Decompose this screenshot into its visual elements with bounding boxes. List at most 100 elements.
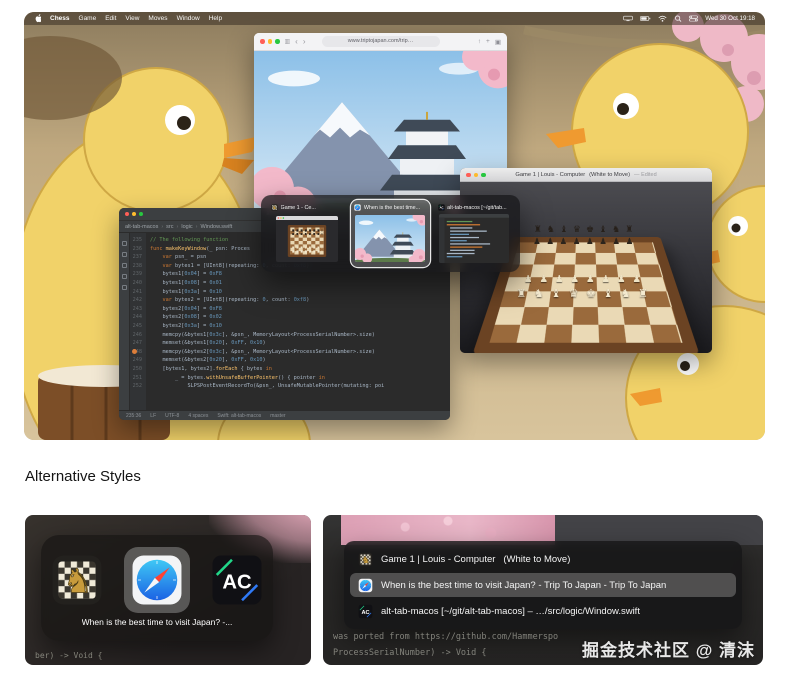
- breadcrumb-item[interactable]: src: [166, 224, 173, 230]
- vcs-tool-icon[interactable]: [121, 274, 127, 279]
- window-controls: [260, 39, 280, 44]
- app-icons-switcher: When is the best time to visit Japan? -.…: [41, 535, 273, 641]
- background-code-text: was ported from https://github.com/Hamme…: [333, 632, 559, 642]
- safari-app-icon: [354, 204, 361, 211]
- status-item: master: [270, 412, 286, 419]
- breadcrumb-separator: ›: [176, 223, 179, 230]
- code-line: 240 bytes1[0x08] = 0x01: [130, 279, 450, 288]
- line-number: 242: [132, 297, 142, 304]
- app-icon-chess[interactable]: [44, 547, 110, 613]
- breadcrumb-item[interactable]: alt-tab-macos: [125, 224, 158, 230]
- line-number: 238: [132, 262, 142, 269]
- back-button[interactable]: ‹: [295, 37, 298, 46]
- wifi-icon[interactable]: [658, 15, 667, 22]
- menubar-menu-help[interactable]: Help: [209, 15, 222, 22]
- window-thumbnail[interactable]: [354, 212, 426, 265]
- app-icon-appcode[interactable]: [204, 547, 270, 613]
- menu-bar: Chess Game Edit View Moves Window Help Wed 30…: [24, 12, 765, 25]
- minimize-button[interactable]: [267, 39, 272, 44]
- close-button[interactable]: [125, 212, 129, 216]
- switcher-item-chess[interactable]: Game 1 - Ce...: [268, 200, 346, 267]
- switcher-item-appcode[interactable]: alt-tab-macos [~/git/tab...: [435, 200, 513, 267]
- line-number: 240: [132, 279, 142, 286]
- line-number: 244: [132, 314, 142, 321]
- menubar-clock[interactable]: Wed 30 Oct 19:18: [705, 15, 755, 22]
- line-number: 243: [132, 305, 142, 312]
- line-number: 251: [132, 374, 142, 381]
- window-title-row-appcode[interactable]: alt-tab-macos [~/git/alt-tab-macos] – …/…: [350, 599, 736, 623]
- chess-window-title: Game 1 | Louis - Computer: [515, 171, 586, 178]
- project-tool-icon[interactable]: [121, 241, 127, 246]
- debug-tool-icon[interactable]: [121, 285, 127, 290]
- section-heading: Alternative Styles: [25, 468, 141, 485]
- breadcrumb-item[interactable]: Window.swift: [201, 224, 233, 230]
- new-tab-icon[interactable]: +: [486, 38, 490, 46]
- chess-app-icon: [358, 552, 373, 567]
- menubar-menu-edit[interactable]: Edit: [105, 15, 116, 22]
- switcher-item-label: alt-tab-macos [~/git/tab...: [447, 204, 507, 211]
- code-line: 241 bytes1[0x3a] = 0x10: [130, 288, 450, 297]
- code-line: 247 memset(&bytes1[0x20], 0xFF, 0x10): [130, 339, 450, 348]
- status-item: UTF-8: [165, 412, 180, 419]
- line-number: 250: [132, 365, 142, 372]
- window-title-row-safari[interactable]: When is the best time to visit Japan? - …: [350, 573, 736, 597]
- breadcrumb: alt-tab-macos › src › logic › Window.swift: [125, 224, 232, 230]
- safari-window-thumbnail: [355, 215, 425, 262]
- menubar-menu-moves[interactable]: Moves: [148, 15, 167, 22]
- appcode-app-icon: [438, 204, 445, 211]
- switcher-item-safari[interactable]: When is the best time...: [351, 200, 430, 267]
- chess-app-icon: [50, 553, 104, 607]
- chess-window-thumbnail: [276, 216, 338, 262]
- tab-overview-icon[interactable]: ▣: [495, 38, 501, 46]
- forward-button[interactable]: ›: [303, 37, 306, 46]
- code-line: 243 bytes2[0x04] = 0xF8: [130, 305, 450, 314]
- sidebar-icon[interactable]: ▥: [285, 38, 291, 45]
- close-button[interactable]: [466, 172, 471, 177]
- menubar-app-name[interactable]: Chess: [50, 15, 70, 22]
- window-thumbnail[interactable]: [438, 212, 510, 265]
- chess-titlebar[interactable]: Game 1 | Louis - Computer (White to Move…: [460, 168, 712, 182]
- breadcrumb-item[interactable]: logic: [181, 224, 192, 230]
- app-icon-safari[interactable]: [124, 547, 190, 613]
- close-button[interactable]: [260, 39, 265, 44]
- breakpoint-icon[interactable]: [131, 349, 137, 355]
- window-controls: [125, 212, 143, 216]
- chess-app-icon: [271, 204, 278, 211]
- window-title-label: Game 1 | Louis - Computer (White to Move…: [381, 553, 571, 565]
- code-line: 242 var bytes2 = [UInt8](repeating: 0, c…: [130, 296, 450, 305]
- battery-icon[interactable]: [640, 15, 651, 22]
- line-number: 236: [132, 245, 142, 252]
- menubar-menu-view[interactable]: View: [125, 15, 139, 22]
- display-icon[interactable]: [623, 15, 633, 22]
- alt-tab-switcher: Game 1 - Ce... When is the best time... al…: [261, 195, 520, 272]
- line-number: 239: [132, 271, 142, 278]
- window-thumbnail[interactable]: [271, 212, 343, 265]
- line-number: 241: [132, 288, 142, 295]
- watermark: 掘金技术社区 @ 清沫: [581, 641, 755, 660]
- menubar-menu-game[interactable]: Game: [79, 15, 97, 22]
- find-tool-icon[interactable]: [121, 263, 127, 268]
- line-number: 235: [132, 237, 142, 243]
- zoom-button[interactable]: [481, 172, 486, 177]
- search-icon[interactable]: [674, 15, 682, 22]
- code-line: 252 SLPSPostEventRecordTo(&psn_, UnsafeM…: [130, 382, 450, 391]
- window-titles-style-screenshot: Game 1 | Louis - Computer (White to Move…: [323, 515, 763, 665]
- control-center-icon[interactable]: [689, 15, 699, 22]
- window-title-row-chess[interactable]: Game 1 | Louis - Computer (White to Move…: [350, 547, 736, 571]
- menubar-menus: Game Edit View Moves Window Help: [79, 15, 223, 22]
- status-item: 4 spaces: [188, 412, 209, 419]
- window-title-label: alt-tab-macos [~/git/alt-tab-macos] – …/…: [381, 605, 640, 617]
- line-number: 245: [132, 322, 142, 329]
- minimize-button[interactable]: [473, 172, 478, 177]
- menubar-status-area: Wed 30 Oct 19:18: [623, 15, 755, 22]
- address-bar[interactable]: www.triptojapan.com/trip…: [321, 36, 440, 47]
- minimize-button[interactable]: [132, 212, 136, 216]
- share-icon[interactable]: ↑: [478, 38, 481, 46]
- white-pawn-rank: ♟♟♟♟♟♟♟♟: [523, 274, 649, 285]
- zoom-button[interactable]: [275, 39, 280, 44]
- zoom-button[interactable]: [139, 212, 143, 216]
- edited-label: — Edited: [634, 171, 657, 178]
- menubar-menu-window[interactable]: Window: [177, 15, 200, 22]
- structure-tool-icon[interactable]: [121, 252, 127, 257]
- apple-menu-icon[interactable]: [34, 14, 41, 23]
